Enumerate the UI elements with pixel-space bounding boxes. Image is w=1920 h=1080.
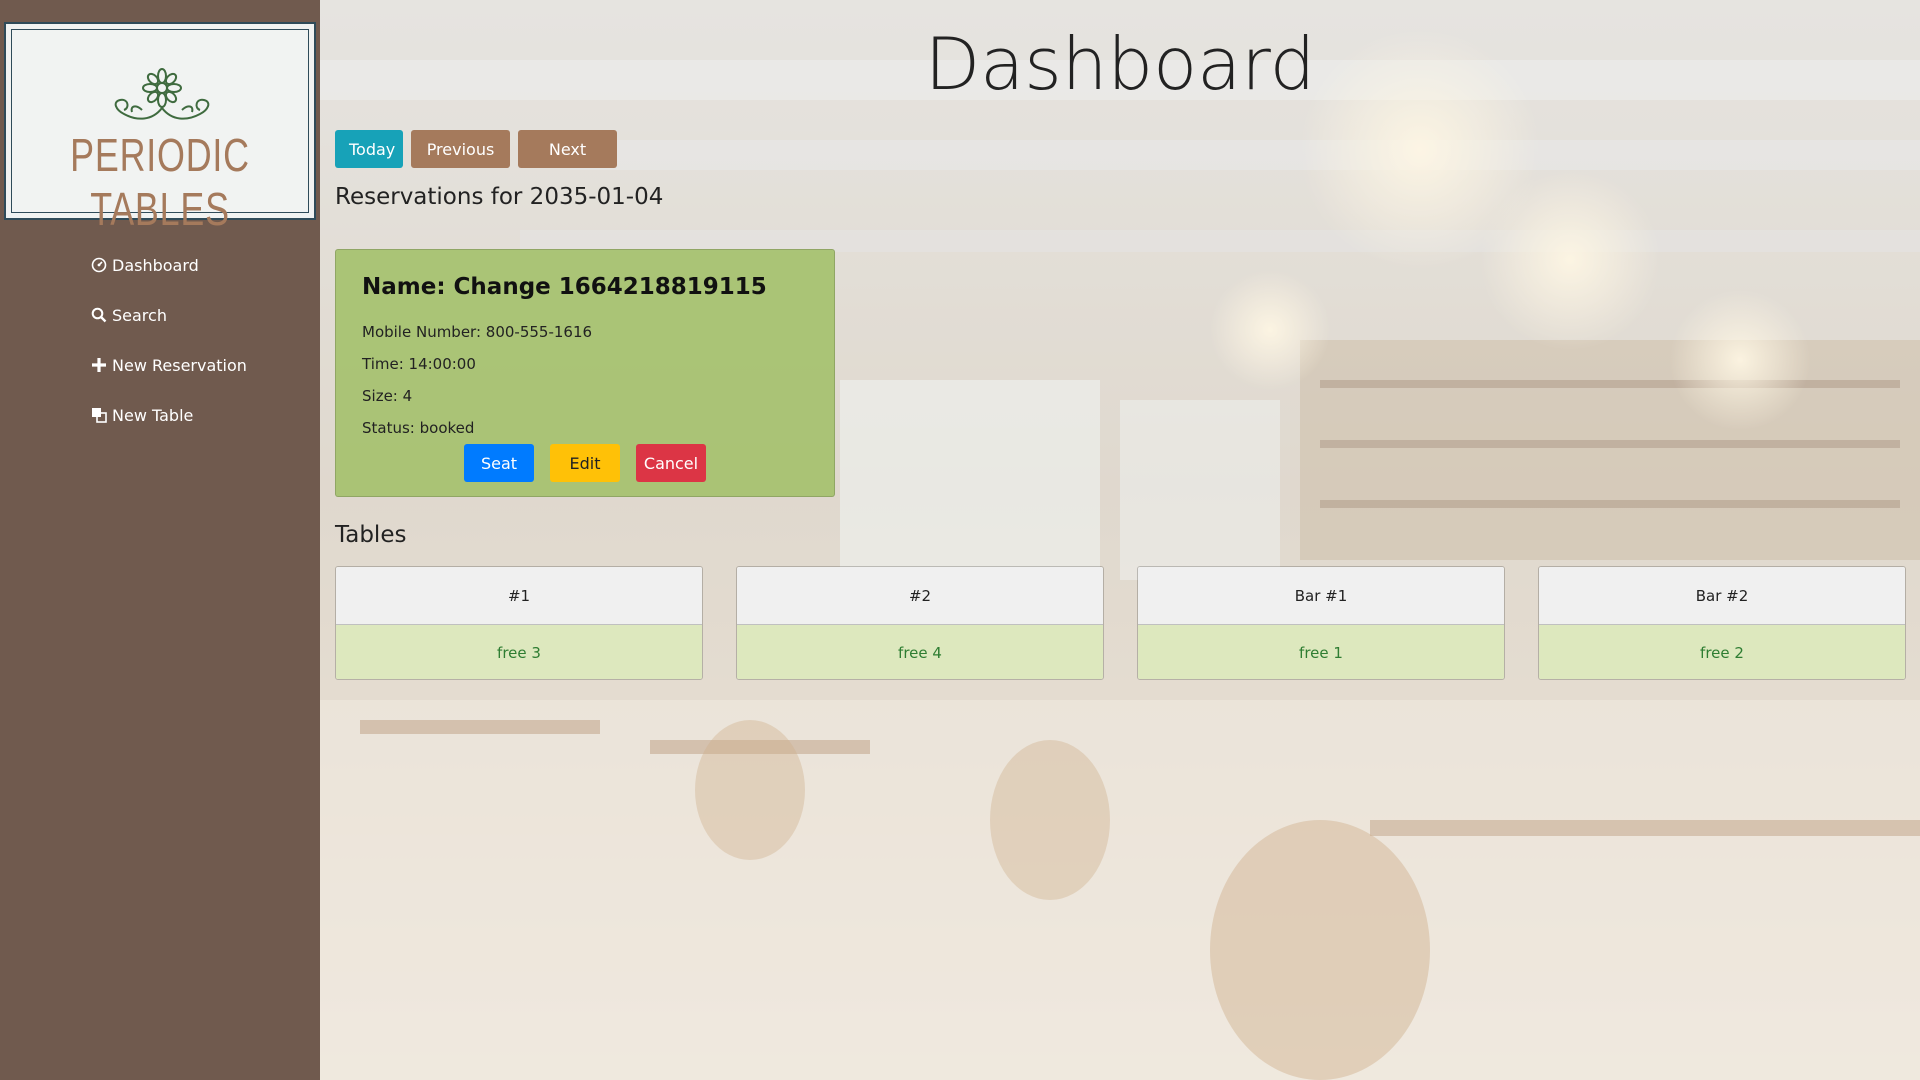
reservation-status: Status: booked [362,419,475,437]
main-content: Dashboard Today Previous Next Reservatio… [320,0,1920,1080]
reservation-time: Time: 14:00:00 [362,355,476,373]
logo[interactable]: PERIODIC TABLES [4,22,316,235]
sidebar-item-dashboard[interactable]: Dashboard [0,240,320,290]
table-card[interactable]: Bar #2 free 2 [1538,566,1906,680]
cancel-button[interactable]: Cancel [636,444,706,482]
sidebar-item-label: Search [112,305,167,325]
table-status: free 4 [737,625,1103,679]
seat-button[interactable]: Seat [464,444,534,482]
table-status: free 2 [1539,625,1905,679]
today-button[interactable]: Today [335,130,403,168]
table-card[interactable]: #2 free 4 [736,566,1104,680]
edit-button[interactable]: Edit [550,444,620,482]
table-name: Bar #2 [1539,567,1905,625]
table-card[interactable]: #1 free 3 [335,566,703,680]
reservations-heading: Reservations for 2035-01-04 [335,184,664,210]
table-status: free 3 [336,625,702,679]
table-card[interactable]: Bar #1 free 1 [1137,566,1505,680]
sidebar-item-label: New Reservation [112,355,247,375]
sidebar-item-search[interactable]: Search [0,290,320,340]
page-title: Dashboard [924,22,1316,106]
plus-icon [90,356,108,374]
reservation-card: Name: Change 1664218819115 Mobile Number… [335,249,835,497]
sidebar-item-label: New Table [112,405,194,425]
date-navigation: Today Previous Next [335,130,617,168]
previous-button[interactable]: Previous [411,130,510,168]
sidebar-item-new-table[interactable]: New Table [0,390,320,440]
table-name: Bar #1 [1138,567,1504,625]
sidebar-item-label: Dashboard [112,255,199,275]
reservation-mobile: Mobile Number: 800-555-1616 [362,323,593,341]
dashboard-icon [90,256,108,274]
tables-heading: Tables [335,522,407,548]
sidebar-nav: Dashboard Search New Reservation New Tab… [0,240,320,440]
table-icon [90,406,108,424]
sidebar-item-new-reservation[interactable]: New Reservation [0,340,320,390]
reservation-size: Size: 4 [362,387,413,405]
search-icon [90,306,108,324]
sidebar: PERIODIC TABLES Dashboard Search New Res… [0,0,320,1080]
tables-list: #1 free 3 #2 free 4 Bar #1 free 1 Bar #2… [335,566,1906,680]
reservation-name: Name: Change 1664218819115 [362,274,767,300]
flower-ornament-icon [114,68,210,120]
table-name: #2 [737,567,1103,625]
table-name: #1 [336,567,702,625]
logo-text: PERIODIC TABLES [70,129,250,235]
next-button[interactable]: Next [518,130,617,168]
reservation-actions: Seat Edit Cancel [336,444,834,482]
table-status: free 1 [1138,625,1504,679]
